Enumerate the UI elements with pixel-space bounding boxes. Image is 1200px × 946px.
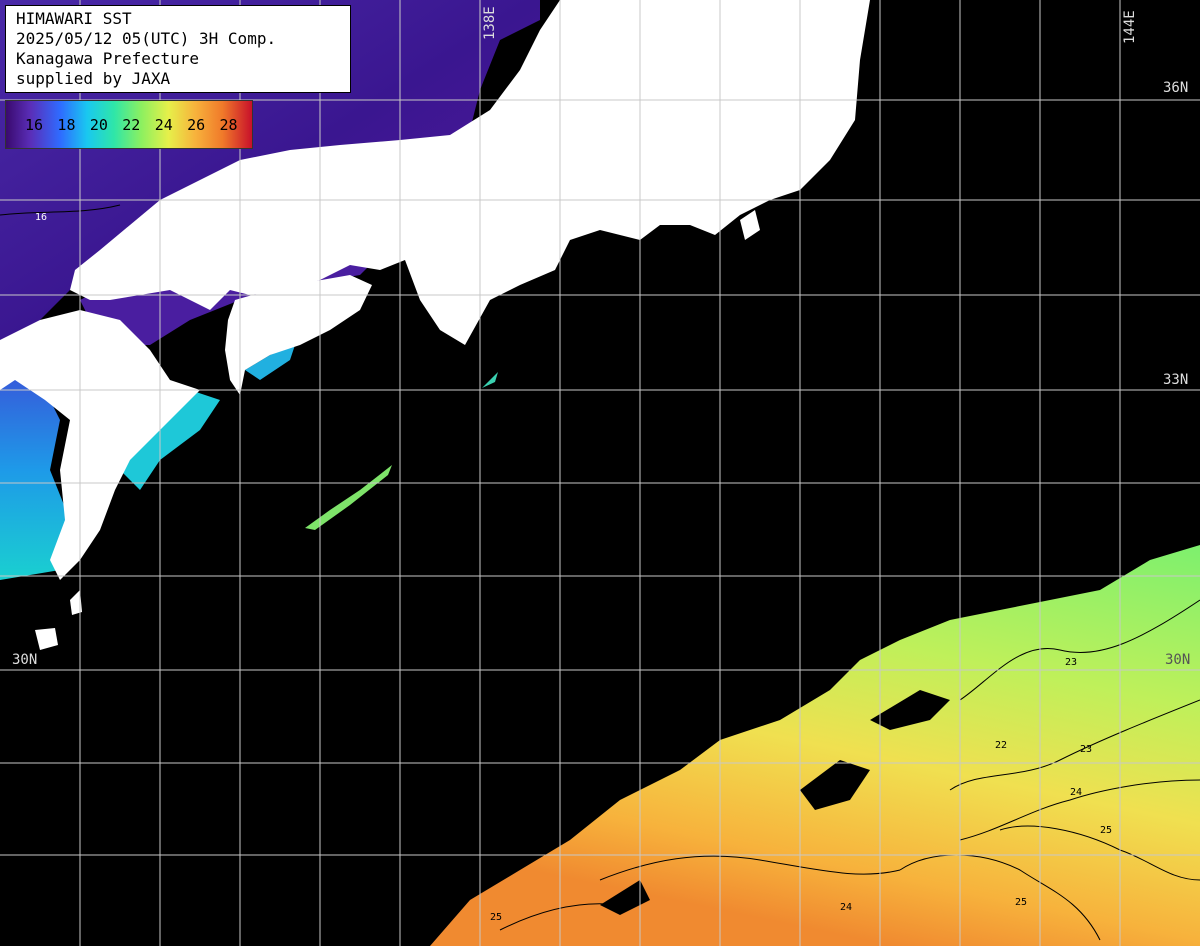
timestamp: 2025/05/12 05(UTC) 3H Comp. [16, 29, 277, 48]
lat-label-30n-left: 30N [12, 652, 38, 668]
prefecture-name: Kanagawa Prefecture [16, 49, 200, 68]
contour-label-24b: 24 [840, 902, 852, 913]
legend-value-20: 20 [89, 115, 108, 134]
contour-label-23b: 23 [1080, 744, 1092, 755]
contour-label-23: 23 [1065, 657, 1077, 668]
legend-value-24: 24 [154, 115, 173, 134]
lon-label-144e: 144E [1122, 10, 1138, 44]
contour-label-22: 22 [995, 740, 1007, 751]
info-box: HIMAWARI SST 2025/05/12 05(UTC) 3H Comp.… [5, 5, 351, 93]
lat-label-33n: 33N [1163, 372, 1189, 388]
contour-label-25b: 25 [1015, 897, 1027, 908]
contour-label-16: 16 [35, 212, 47, 223]
legend-value-16: 16 [25, 115, 44, 134]
lat-label-36n: 36N [1163, 80, 1189, 96]
contour-label-24: 24 [1070, 787, 1082, 798]
temperature-legend: 16 18 20 22 24 26 28 [5, 100, 253, 149]
product-title: HIMAWARI SST [16, 9, 132, 28]
legend-value-22: 22 [122, 115, 141, 134]
contour-label-25c: 25 [490, 912, 502, 923]
data-supplier: supplied by JAXA [16, 69, 171, 88]
legend-value-18: 18 [57, 115, 76, 134]
contour-label-25: 25 [1100, 825, 1112, 836]
legend-value-28: 28 [219, 115, 238, 134]
legend-value-26: 26 [187, 115, 206, 134]
lat-label-30n-right: 30N [1165, 652, 1191, 668]
lon-label-138e: 138E [482, 6, 498, 40]
